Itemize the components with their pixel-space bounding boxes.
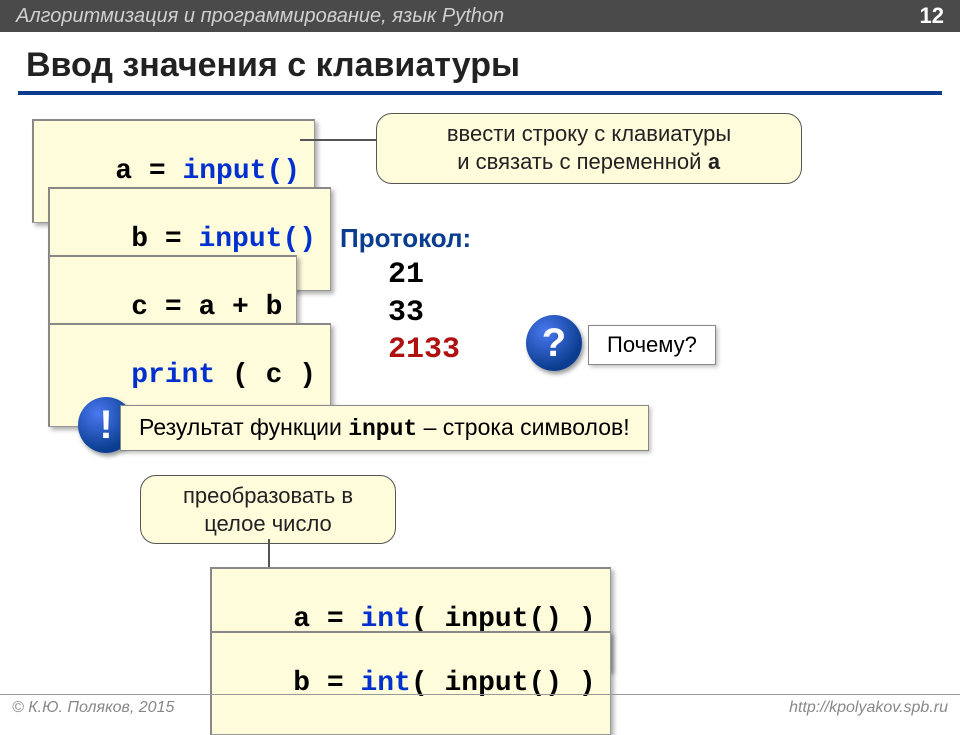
slide-title: Ввод значения с клавиатуры [0,32,960,91]
slide-header: Алгоритмизация и программирование, язык … [0,0,960,32]
protocol-values: 21 33 2133 [388,257,460,370]
callout-line-1: ввести строку с клавиатуры [393,120,785,148]
footer-author: © К.Ю. Поляков, 2015 [12,699,174,717]
slide-content: a = input() b = input() c = a + b print … [0,115,960,715]
title-divider [18,91,942,95]
header-title: Алгоритмизация и программирование, язык … [16,5,504,28]
slide-footer: © К.Ю. Поляков, 2015 http://kpolyakov.sp… [0,694,960,720]
callout-int-line-1: преобразовать в [157,482,379,510]
why-box: Почему? [588,325,716,365]
question-mark-icon: ? [526,315,582,371]
protocol-v3: 2133 [388,332,460,370]
callout-int-convert: преобразовать в целое число [140,475,396,544]
callout-pointer-1 [300,139,376,141]
protocol-v1: 21 [388,257,460,295]
page-number: 12 [920,3,944,29]
callout-int-line-2: целое число [157,510,379,538]
result-box: Результат функции input – строка символо… [120,405,649,451]
footer-url: http://kpolyakov.spb.ru [789,699,948,717]
protocol-v2: 33 [388,295,460,333]
callout-input-description: ввести строку с клавиатуры и связать с п… [376,113,802,184]
callout-line-2: и связать с переменной a [393,148,785,178]
protocol-label: Протокол: [340,223,471,254]
